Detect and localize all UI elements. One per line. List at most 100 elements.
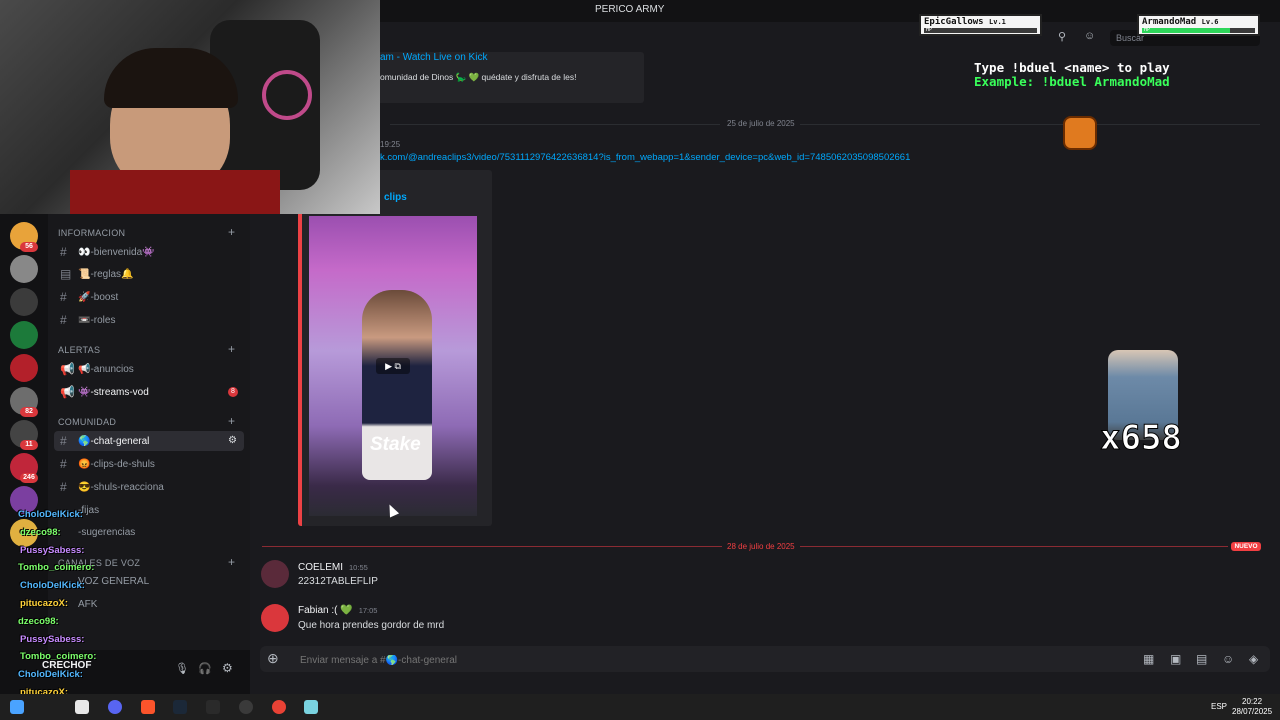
divider bbox=[390, 124, 720, 125]
server-icon[interactable] bbox=[10, 321, 38, 349]
window-title: PERICO ARMY bbox=[595, 4, 665, 15]
message-timestamp: 19:25 bbox=[380, 140, 401, 149]
language-indicator[interactable]: ESP bbox=[1211, 702, 1227, 711]
player2-hp-box: ArmandoMad Lv.6 HP bbox=[1137, 14, 1260, 36]
stream-chat-user: pitucazoX: bbox=[20, 598, 69, 609]
unread-badge: 8 bbox=[228, 387, 238, 397]
stream-chat-user: CholoDelKick: bbox=[20, 580, 85, 592]
add-channel-icon[interactable]: + bbox=[228, 555, 235, 569]
player2-hp-bar: HP bbox=[1142, 27, 1255, 33]
megaphone-icon: 📢 bbox=[60, 385, 75, 399]
server-badge: 82 bbox=[20, 407, 38, 417]
channel-streams-vod[interactable]: 📢 👾-streams-vod bbox=[54, 382, 244, 402]
add-channel-icon[interactable]: + bbox=[228, 225, 235, 239]
duel-instruction: Type !bduel <name> to play bbox=[974, 60, 1170, 75]
pin-icon[interactable]: ⚲ bbox=[1058, 30, 1066, 43]
rgb-light bbox=[262, 70, 312, 120]
embed-title-link[interactable]: am - Watch Live on Kick bbox=[380, 52, 487, 63]
channel-chat-general[interactable]: # 🌎-chat-general ⚙ bbox=[54, 431, 244, 451]
embed-description: omunidad de Dinos 🦕 💚 quédate y disfruta… bbox=[380, 72, 577, 82]
add-attachment-icon[interactable]: ⊕ bbox=[267, 650, 279, 667]
windows-start-icon[interactable] bbox=[10, 700, 24, 714]
obs-icon[interactable] bbox=[239, 700, 253, 714]
channel-reglas[interactable]: ▤ 📜-reglas🔔 bbox=[54, 264, 244, 284]
category-informacion[interactable]: INFORMACION bbox=[58, 228, 125, 238]
gear-icon[interactable]: ⚙ bbox=[228, 435, 237, 446]
server-icon[interactable] bbox=[10, 288, 38, 316]
headphones-icon[interactable]: 🎧 bbox=[198, 662, 212, 675]
date-divider: 28 de julio de 2025 bbox=[727, 542, 795, 551]
message-text: Que hora prendes gordor de mrd bbox=[298, 620, 445, 631]
server-badge: 56 bbox=[20, 242, 38, 252]
message-link[interactable]: k.com/@andreaclips3/video/75311129764226… bbox=[380, 152, 910, 163]
app-icon[interactable] bbox=[304, 700, 318, 714]
avatar[interactable] bbox=[261, 604, 289, 632]
hash-icon: # bbox=[60, 245, 67, 259]
hash-icon: # bbox=[60, 290, 67, 304]
gif-icon[interactable]: ▣ bbox=[1170, 652, 1181, 666]
avatar[interactable] bbox=[261, 560, 289, 588]
message-text: 22312TABLEFLIP bbox=[298, 576, 378, 587]
channel-anuncios[interactable]: 📢 📢-anuncios bbox=[54, 359, 244, 379]
stream-chat-user: dzeco98: bbox=[18, 615, 59, 627]
date-divider: 25 de julio de 2025 bbox=[727, 119, 795, 128]
channel-bienvenida[interactable]: # 👀-bienvenida👾 bbox=[54, 242, 244, 262]
emoji-icon[interactable]: ☺ bbox=[1222, 652, 1234, 666]
message-input[interactable] bbox=[298, 652, 1002, 668]
server-icon[interactable] bbox=[10, 255, 38, 283]
stream-chat-user: dzeco98: bbox=[20, 526, 61, 538]
stream-chat-user: Tombo_coimero: bbox=[18, 562, 95, 574]
server-icon[interactable] bbox=[10, 354, 38, 382]
members-icon[interactable]: ☺ bbox=[1084, 30, 1095, 42]
gift-icon[interactable]: ▦ bbox=[1143, 652, 1154, 666]
combo-counter: x658 bbox=[1100, 418, 1183, 459]
megaphone-icon: 📢 bbox=[60, 362, 75, 376]
taskbar bbox=[0, 694, 1280, 720]
epic-games-icon[interactable] bbox=[206, 700, 220, 714]
apps-icon[interactable]: ◈ bbox=[1249, 652, 1258, 666]
embed-author-link[interactable]: clips bbox=[384, 192, 407, 203]
streamer-shirt bbox=[70, 170, 280, 214]
brave-icon[interactable] bbox=[141, 700, 155, 714]
hash-icon: # bbox=[60, 313, 67, 327]
discord-icon[interactable] bbox=[108, 700, 122, 714]
webcam-overlay bbox=[0, 0, 380, 214]
stream-chat-user: CholoDelKick: bbox=[18, 509, 83, 520]
channel-clips-de-shuls[interactable]: # 😡-clips-de-shuls bbox=[54, 454, 244, 474]
sticker-icon[interactable]: ▤ bbox=[1196, 652, 1207, 666]
voice-channel-afk[interactable]: AFK bbox=[54, 594, 244, 614]
channel-boost[interactable]: # 🚀-boost bbox=[54, 287, 244, 307]
message-author[interactable]: Fabian :( 💚 17:05 bbox=[298, 605, 377, 616]
new-divider bbox=[800, 546, 1228, 547]
channel-sugerencias[interactable]: -sugerencias bbox=[54, 522, 244, 542]
stream-chat-user: CholoDelKick: bbox=[18, 669, 83, 681]
hash-icon: # bbox=[60, 457, 67, 471]
stream-chat-user: Tombo_coimero: bbox=[20, 651, 97, 663]
new-divider bbox=[262, 546, 722, 547]
add-channel-icon[interactable]: + bbox=[228, 414, 235, 428]
player1-hp-bar: HP bbox=[924, 27, 1037, 33]
settings-icon[interactable]: ⚙ bbox=[222, 661, 233, 675]
player1-hp-box: EpicGallows Lv.1 HP bbox=[919, 14, 1042, 36]
rules-icon: ▤ bbox=[60, 267, 72, 281]
chrome-icon[interactable] bbox=[272, 700, 286, 714]
hash-icon: # bbox=[60, 434, 67, 448]
server-badge: 246 bbox=[20, 473, 38, 483]
category-comunidad[interactable]: COMUNIDAD bbox=[58, 417, 116, 427]
player2-hp-fill bbox=[1142, 28, 1231, 33]
channel-roles[interactable]: # 📼-roles bbox=[54, 310, 244, 330]
duel-example: Example: !bduel ArmandoMad bbox=[974, 74, 1170, 89]
pumpkin-sprite bbox=[1063, 116, 1097, 150]
hash-icon: # bbox=[60, 480, 67, 494]
store-icon[interactable] bbox=[75, 700, 89, 714]
microphone-icon[interactable]: 🎙 bbox=[175, 662, 189, 675]
steam-icon[interactable] bbox=[173, 700, 187, 714]
channel-shuls-reacciona[interactable]: # 😎-shuls-reacciona bbox=[54, 477, 244, 497]
message-author[interactable]: COELEMI 10:55 bbox=[298, 562, 368, 573]
add-channel-icon[interactable]: + bbox=[228, 342, 235, 356]
divider bbox=[800, 124, 1260, 125]
category-alertas[interactable]: ALERTAS bbox=[58, 345, 100, 355]
video-watermark: Stake bbox=[370, 434, 421, 455]
play-icon[interactable]: ▶ ⧉ bbox=[376, 358, 410, 374]
system-clock[interactable]: 20:22 28/07/2025 bbox=[1232, 697, 1272, 717]
